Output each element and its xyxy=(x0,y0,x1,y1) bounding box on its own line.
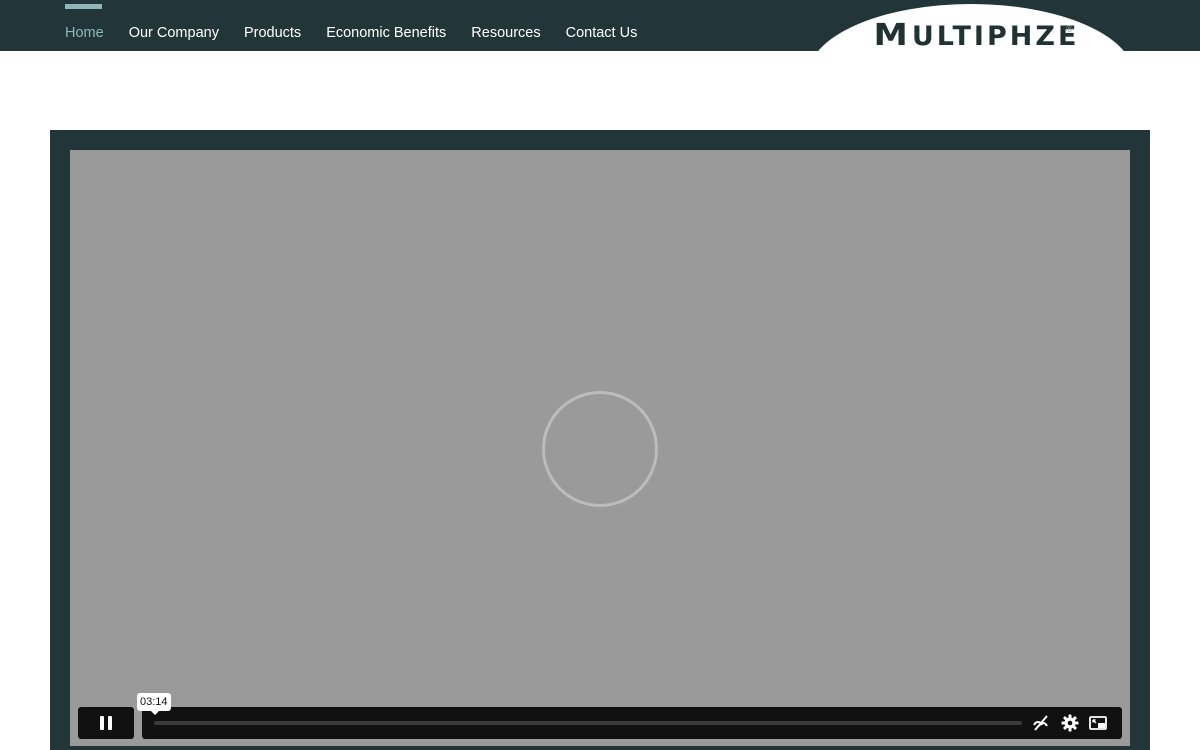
nav-item-contact-us[interactable]: Contact Us xyxy=(566,0,638,51)
nav-item-products[interactable]: Products xyxy=(244,0,301,51)
logo-wordmark: ULTIPHZE xyxy=(911,21,1080,52)
loading-spinner-icon xyxy=(542,391,658,507)
player-control-bar xyxy=(142,707,1122,739)
progress-scrubber[interactable] xyxy=(154,721,1022,725)
registered-mark: ® xyxy=(1066,24,1073,34)
logo-initial: M xyxy=(873,18,912,53)
gear-icon[interactable] xyxy=(1061,714,1079,732)
captions-off-icon[interactable] xyxy=(1032,714,1050,732)
site-logo[interactable]: MULTIPHZE xyxy=(873,18,1080,54)
pause-icon-bar xyxy=(108,716,112,730)
nav-item-our-company[interactable]: Our Company xyxy=(129,0,219,51)
pause-button[interactable] xyxy=(78,707,134,739)
nav-item-resources[interactable]: Resources xyxy=(471,0,540,51)
pause-icon xyxy=(100,716,104,730)
nav-item-economic-benefits[interactable]: Economic Benefits xyxy=(326,0,446,51)
nav-item-home[interactable]: Home xyxy=(65,0,104,51)
hover-time-tooltip: 03:14 xyxy=(137,693,171,715)
main-nav: Home Our Company Products Economic Benef… xyxy=(65,0,637,51)
picture-in-picture-icon[interactable] xyxy=(1089,714,1107,732)
